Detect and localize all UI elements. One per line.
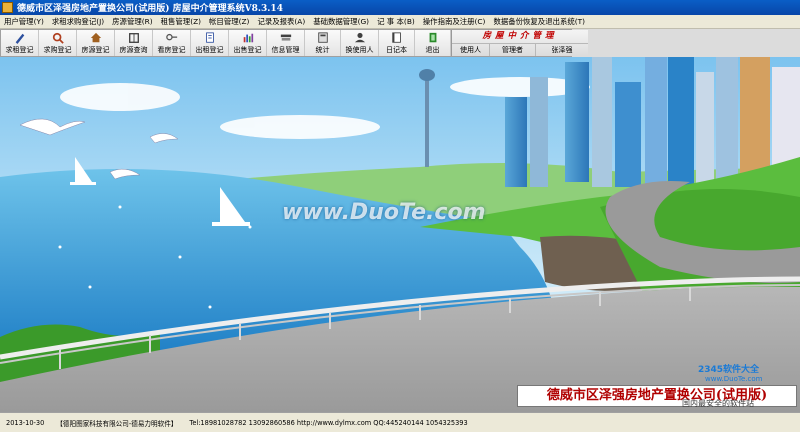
exit-icon xyxy=(426,32,440,45)
user-role: 管理者 xyxy=(490,44,536,56)
app-icon xyxy=(2,2,13,13)
window-title: 德威市区泽强房地产置换公司(试用版) 房屋中介管理系统V8.3.14 xyxy=(17,4,283,14)
toolbar-button-label: 房源登记 xyxy=(81,45,110,54)
toolbar-button-0[interactable]: 求租登记 xyxy=(1,30,39,56)
status-vendor: 【德阳图家科技有限公司-德易力明软件】 xyxy=(56,419,178,428)
toolbar-button-label: 出租登记 xyxy=(195,45,224,54)
toolbar-button-label: 信息管理 xyxy=(271,45,300,54)
user-panel: 房屋中介管理 使用人 管理者 张泽强 xyxy=(451,30,588,56)
toolbar-button-3[interactable]: 房源查询 xyxy=(115,30,153,56)
company-caption: 德威市区泽强房地产置换公司(试用版) xyxy=(517,385,797,407)
bottom-watermark: 国内最安全的软件站 xyxy=(682,399,754,408)
calculator-icon xyxy=(316,31,330,45)
toolbar-button-6[interactable]: 出售登记 xyxy=(229,30,267,56)
toolbar-button-5[interactable]: 出租登记 xyxy=(191,30,229,56)
status-bar: 2013-10-30 【德阳图家科技有限公司-德易力明软件】 Tel:18981… xyxy=(0,412,800,432)
brand-label: 房屋中介管理 xyxy=(482,31,558,41)
menu-item-0[interactable]: 用户管理(Y) xyxy=(0,16,48,27)
toolbar-button-9[interactable]: 换使用人 xyxy=(341,30,379,56)
toolbar-button-label: 求租登记 xyxy=(5,45,34,54)
notebook-icon xyxy=(390,31,404,45)
user-label: 使用人 xyxy=(452,44,490,56)
toolbar-button-4[interactable]: 看房登记 xyxy=(153,30,191,56)
toolbar-button-label: 统计 xyxy=(315,45,330,54)
toolbar-button-label: 换使用人 xyxy=(345,45,374,54)
toolbar-button-7[interactable]: 信息管理 xyxy=(267,30,305,56)
toolbar-button-1[interactable]: 求购登记 xyxy=(39,30,77,56)
background-illustration xyxy=(0,57,800,412)
status-date: 2013-10-30 xyxy=(6,418,45,427)
user-row: 使用人 管理者 张泽强 xyxy=(452,43,588,56)
menu-item-4[interactable]: 帐目管理(Z) xyxy=(205,16,253,27)
stack-icon xyxy=(279,32,293,45)
document-icon xyxy=(203,31,217,45)
magnifier-icon xyxy=(51,32,65,45)
toolbar-button-label: 房源查询 xyxy=(119,45,148,54)
chart-icon xyxy=(241,32,255,45)
menu-item-6[interactable]: 基础数据管理(G) xyxy=(309,16,373,27)
menu-item-2[interactable]: 房源管理(R) xyxy=(108,16,156,27)
toolbar-button-8[interactable]: 统计 xyxy=(305,30,341,56)
status-contact: Tel:18981028782 13092860586 http://www.d… xyxy=(189,418,468,427)
toolbar-button-label: 看房登记 xyxy=(157,45,186,54)
toolbar-button-label: 出售登记 xyxy=(233,45,262,54)
pencil-icon xyxy=(13,32,27,45)
book-icon xyxy=(127,32,141,45)
toolbar: 求租登记 求购登记 房源登记 房源查询 看房登记 出租登记 出售登记 信息管理 统计 换使用人 日记… xyxy=(0,29,588,57)
menu-item-3[interactable]: 租售管理(Z) xyxy=(157,16,205,27)
logo-watermark: 2345软件大全 xyxy=(698,365,760,375)
title-bar: 德威市区泽强房地产置换公司(试用版) 房屋中介管理系统V8.3.14 xyxy=(0,0,800,15)
toolbar-button-10[interactable]: 日记本 xyxy=(379,30,415,56)
toolbar-button-11[interactable]: 退出 xyxy=(415,30,451,56)
toolbar-button-2[interactable]: 房源登记 xyxy=(77,30,115,56)
toolbar-button-label: 求购登记 xyxy=(43,45,72,54)
menu-item-7[interactable]: 记 事 本(B) xyxy=(373,16,419,27)
menu-item-8[interactable]: 操作指南及注册(C) xyxy=(419,16,490,27)
center-watermark: www.DuoTe.com xyxy=(282,200,486,225)
menu-bar: 用户管理(Y) 求租求购登记(J) 房源管理(R) 租售管理(Z) 帐目管理(Z) 记录及… xyxy=(0,15,800,29)
user-icon xyxy=(353,32,367,45)
toolbar-button-label: 退出 xyxy=(425,45,440,54)
menu-item-5[interactable]: 记录及报表(A) xyxy=(253,16,309,27)
menu-item-9[interactable]: 数据备份恢复及退出系统(T) xyxy=(489,16,589,27)
toolbar-button-label: 日记本 xyxy=(386,45,407,54)
logo-watermark-url: www.DuoTe.com xyxy=(705,375,763,383)
key-icon xyxy=(165,32,179,45)
toolbar-buttons: 求租登记 求购登记 房源登记 房源查询 看房登记 出租登记 出售登记 信息管理 统计 换使用人 日记… xyxy=(1,30,451,56)
menu-item-1[interactable]: 求租求购登记(J) xyxy=(48,16,108,27)
user-name: 张泽强 xyxy=(551,46,573,54)
house-icon xyxy=(89,32,103,45)
